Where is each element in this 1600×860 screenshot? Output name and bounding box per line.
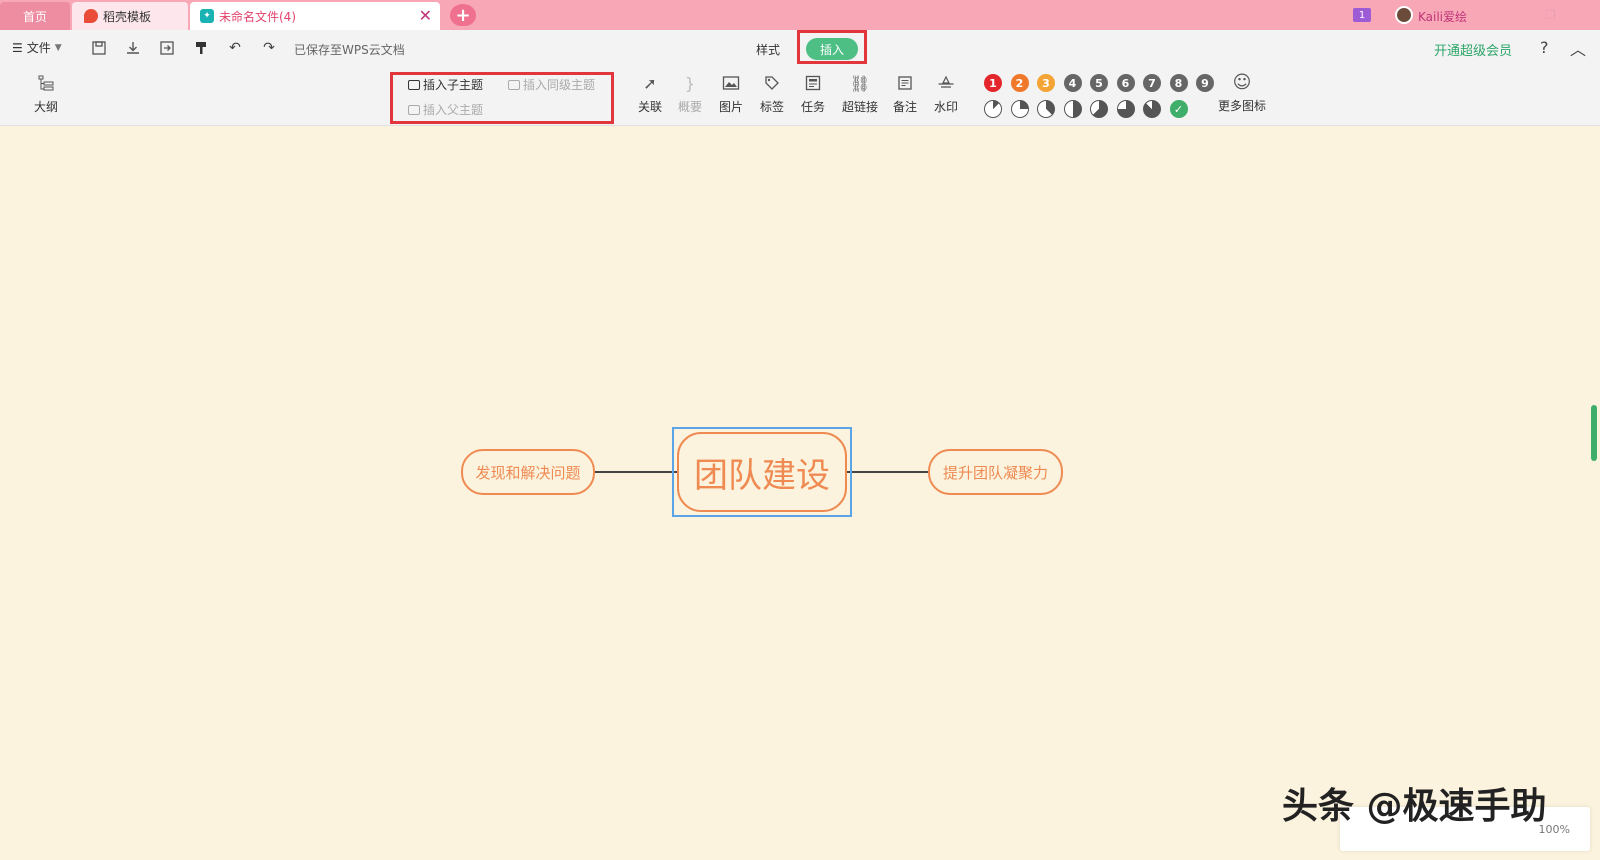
progress-3-4-icon[interactable] xyxy=(1116,100,1135,118)
save-status: 已保存至WPS云文档 xyxy=(294,43,405,57)
hamburger-icon: ☰ xyxy=(12,40,23,55)
close-tab-icon[interactable]: ✕ xyxy=(419,6,432,25)
hyperlink-button[interactable]: ⛓ 超链接 xyxy=(842,72,878,115)
file-menu-label: 文件 xyxy=(26,41,51,55)
parent-topic-icon xyxy=(408,104,420,115)
more-icons-label: 更多图标 xyxy=(1218,99,1267,113)
priority-4-icon[interactable]: 4 xyxy=(1063,74,1082,92)
outline-icon xyxy=(35,72,57,94)
insert-sibling-label: 插入同级主题 xyxy=(523,78,596,92)
notification-badge[interactable]: 1 xyxy=(1353,8,1371,22)
image-watermark: 头条 @极速手助 xyxy=(1282,786,1547,827)
relation-button[interactable]: ➚ 关联 xyxy=(638,72,662,115)
tab-document-label: 未命名文件(4) xyxy=(219,9,296,24)
insert-parent-topic-button[interactable]: 插入父主题 xyxy=(408,101,483,118)
outline-button[interactable]: 大纲 xyxy=(34,72,58,115)
priority-3-icon[interactable]: 3 xyxy=(1037,74,1055,92)
brace-icon: } xyxy=(684,73,696,93)
new-tab-button[interactable]: + xyxy=(448,0,478,30)
smiley-icon: ☺ xyxy=(1232,72,1252,93)
tab-template[interactable]: 稻壳模板 xyxy=(72,2,188,30)
progress-1-4-icon[interactable] xyxy=(1010,100,1029,118)
progress-3-8-icon[interactable] xyxy=(1037,100,1055,118)
user-name[interactable]: Kaili爱绘 xyxy=(1418,8,1467,25)
note-button[interactable]: 备注 xyxy=(893,72,917,115)
priority-8-icon[interactable]: 8 xyxy=(1169,74,1188,92)
insert-parent-label: 插入父主题 xyxy=(423,103,484,117)
ribbon-toolbar: 大纲 插入子主题 插入同级主题 插入父主题 ➚ 关联 } 概要 图片 标签 任务 xyxy=(0,66,1600,126)
task-icon xyxy=(802,72,824,94)
avatar[interactable] xyxy=(1395,6,1413,24)
chevron-down-icon: ▼ xyxy=(54,42,62,53)
file-menu[interactable]: ☰ 文件 ▼ xyxy=(12,39,62,56)
insert-child-label: 插入子主题 xyxy=(423,78,484,92)
watermark-icon xyxy=(935,72,957,94)
window-restore-icon[interactable]: ❐ xyxy=(1545,8,1556,22)
plus-icon: + xyxy=(450,4,476,26)
child-topic-icon xyxy=(408,79,420,90)
mindmap-file-icon: ✦ xyxy=(200,9,214,23)
vertical-scrollbar[interactable] xyxy=(1591,405,1597,461)
insert-tab-highlight xyxy=(797,30,867,64)
tab-document[interactable]: ✦ 未命名文件(4) ✕ xyxy=(190,2,440,30)
save-icon[interactable] xyxy=(90,39,108,57)
summary-button[interactable]: } 概要 xyxy=(678,72,702,115)
note-icon xyxy=(894,72,916,94)
tab-bar: 首页 稻壳模板 ✦ 未命名文件(4) ✕ + 1 Kaili爱绘 ❐ xyxy=(0,0,1600,30)
image-button[interactable]: 图片 xyxy=(719,72,743,115)
progress-done-icon[interactable]: ✓ xyxy=(1169,100,1188,118)
priority-6-icon[interactable]: 6 xyxy=(1116,74,1135,92)
tab-home-label: 首页 xyxy=(22,9,47,24)
priority-7-icon[interactable]: 7 xyxy=(1143,74,1161,92)
tag-button[interactable]: 标签 xyxy=(760,72,784,115)
subtopic-node-right[interactable]: 提升团队凝聚力 xyxy=(928,449,1063,495)
mindmap-canvas[interactable]: 发现和解决问题 团队建设 提升团队凝聚力 100% 头条 @极速手助 xyxy=(0,127,1600,860)
sibling-topic-icon xyxy=(508,79,520,90)
undo-icon[interactable]: ↶ xyxy=(226,39,244,57)
subtopic-node-left[interactable]: 发现和解决问题 xyxy=(461,449,595,495)
central-topic-node[interactable]: 团队建设 xyxy=(677,432,847,512)
tag-label: 标签 xyxy=(760,100,785,114)
export-icon[interactable] xyxy=(158,39,176,57)
progress-5-8-icon[interactable] xyxy=(1090,100,1108,118)
outline-label: 大纲 xyxy=(34,100,59,114)
docer-logo-icon xyxy=(84,9,98,23)
download-icon[interactable] xyxy=(124,39,142,57)
watermark-button[interactable]: 水印 xyxy=(934,72,958,115)
priority-1-icon[interactable]: 1 xyxy=(984,74,1002,92)
vip-link[interactable]: 开通超级会员 xyxy=(1434,40,1512,59)
priority-9-icon[interactable]: 9 xyxy=(1196,74,1214,92)
summary-label: 概要 xyxy=(678,100,703,114)
watermark-label: 水印 xyxy=(934,100,959,114)
note-label: 备注 xyxy=(893,100,918,114)
tab-style[interactable]: 样式 xyxy=(756,41,780,58)
task-label: 任务 xyxy=(801,100,826,114)
image-label: 图片 xyxy=(719,100,744,114)
help-icon[interactable]: ? xyxy=(1540,38,1549,57)
chevron-up-icon[interactable]: ︿ xyxy=(1570,36,1586,60)
tab-home[interactable]: 首页 xyxy=(0,2,70,30)
relation-arrow-icon: ➚ xyxy=(643,73,657,93)
progress-7-8-icon[interactable] xyxy=(1143,100,1161,118)
relation-label: 关联 xyxy=(638,100,663,114)
priority-2-icon[interactable]: 2 xyxy=(1010,74,1029,92)
insert-sibling-topic-button[interactable]: 插入同级主题 xyxy=(508,76,595,93)
tab-template-label: 稻壳模板 xyxy=(103,9,152,24)
more-icons-button[interactable]: ☺ 更多图标 xyxy=(1218,72,1266,114)
progress-1-8-icon[interactable] xyxy=(984,100,1002,118)
task-button[interactable]: 任务 xyxy=(801,72,825,115)
image-icon xyxy=(720,72,742,94)
insert-child-topic-button[interactable]: 插入子主题 xyxy=(408,76,483,93)
link-icon: ⛓ xyxy=(849,73,871,93)
tag-icon xyxy=(761,72,783,94)
priority-5-icon[interactable]: 5 xyxy=(1090,74,1108,92)
format-painter-icon[interactable] xyxy=(192,39,210,57)
hyperlink-label: 超链接 xyxy=(842,100,879,114)
redo-icon[interactable]: ↷ xyxy=(260,39,278,57)
progress-1-2-icon[interactable] xyxy=(1063,100,1082,118)
